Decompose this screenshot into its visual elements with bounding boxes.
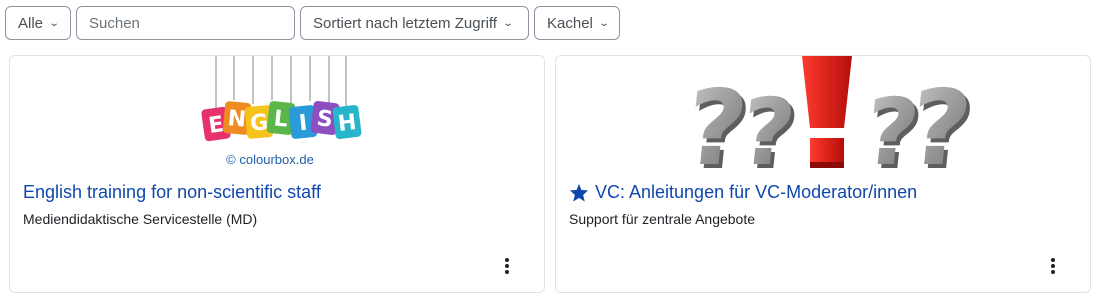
- tag-letter-g: G: [249, 110, 269, 136]
- course-image[interactable]: ? ? ? ? ? ? ? ?: [556, 56, 1090, 168]
- english-tags-image: E N G L I S H © colourbox.de: [201, 56, 362, 167]
- chevron-down-icon: ⌄: [598, 17, 610, 29]
- grouping-dropdown[interactable]: Alle ⌄: [5, 6, 71, 40]
- course-category: Support für zentrale Angebote: [569, 211, 756, 227]
- view-label: Kachel: [547, 14, 593, 32]
- tag-letter-h: H: [337, 110, 358, 137]
- tag-letter-l: L: [273, 106, 290, 132]
- grouping-label: Alle: [18, 14, 44, 32]
- chevron-down-icon: ⌄: [48, 17, 60, 29]
- chevron-down-icon: ⌄: [502, 17, 514, 29]
- svg-text:?: ?: [904, 67, 977, 168]
- star-icon: [569, 183, 589, 202]
- course-image[interactable]: E N G L I S H © colourbox.de: [10, 56, 544, 168]
- course-category: Mediendidaktische Servicestelle (MD): [23, 211, 258, 227]
- sort-label: Sortiert nach letztem Zugriff: [313, 14, 497, 32]
- view-dropdown[interactable]: Kachel ⌄: [534, 6, 620, 40]
- course-card: ? ? ? ? ? ? ? ? VC: Anleitungen für VC-M…: [555, 55, 1091, 293]
- tag-letter-s: S: [315, 106, 334, 133]
- course-title: VC: Anleitungen für VC-Moderator/innen: [595, 182, 918, 202]
- sort-dropdown[interactable]: Sortiert nach letztem Zugriff ⌄: [300, 6, 529, 40]
- search-input[interactable]: Suchen: [76, 6, 295, 40]
- image-credit: © colourbox.de: [226, 152, 314, 167]
- search-placeholder: Suchen: [89, 14, 140, 32]
- svg-text:?: ?: [736, 78, 801, 168]
- question-exclamation-image: ? ? ? ? ? ? ? ?: [680, 56, 981, 168]
- course-title: English training for non-scientific staf…: [23, 182, 321, 202]
- course-card: E N G L I S H © colourbox.de English tra…: [9, 55, 545, 293]
- course-title-link[interactable]: English training for non-scientific staf…: [23, 182, 321, 203]
- course-title-link[interactable]: VC: Anleitungen für VC-Moderator/innen: [569, 182, 917, 203]
- course-actions-menu-icon[interactable]: [501, 256, 513, 276]
- course-actions-menu-icon[interactable]: [1047, 256, 1059, 276]
- course-filter-toolbar: Alle ⌄ Suchen Sortiert nach letztem Zugr…: [5, 6, 1095, 42]
- tag-letter-n: N: [227, 106, 248, 133]
